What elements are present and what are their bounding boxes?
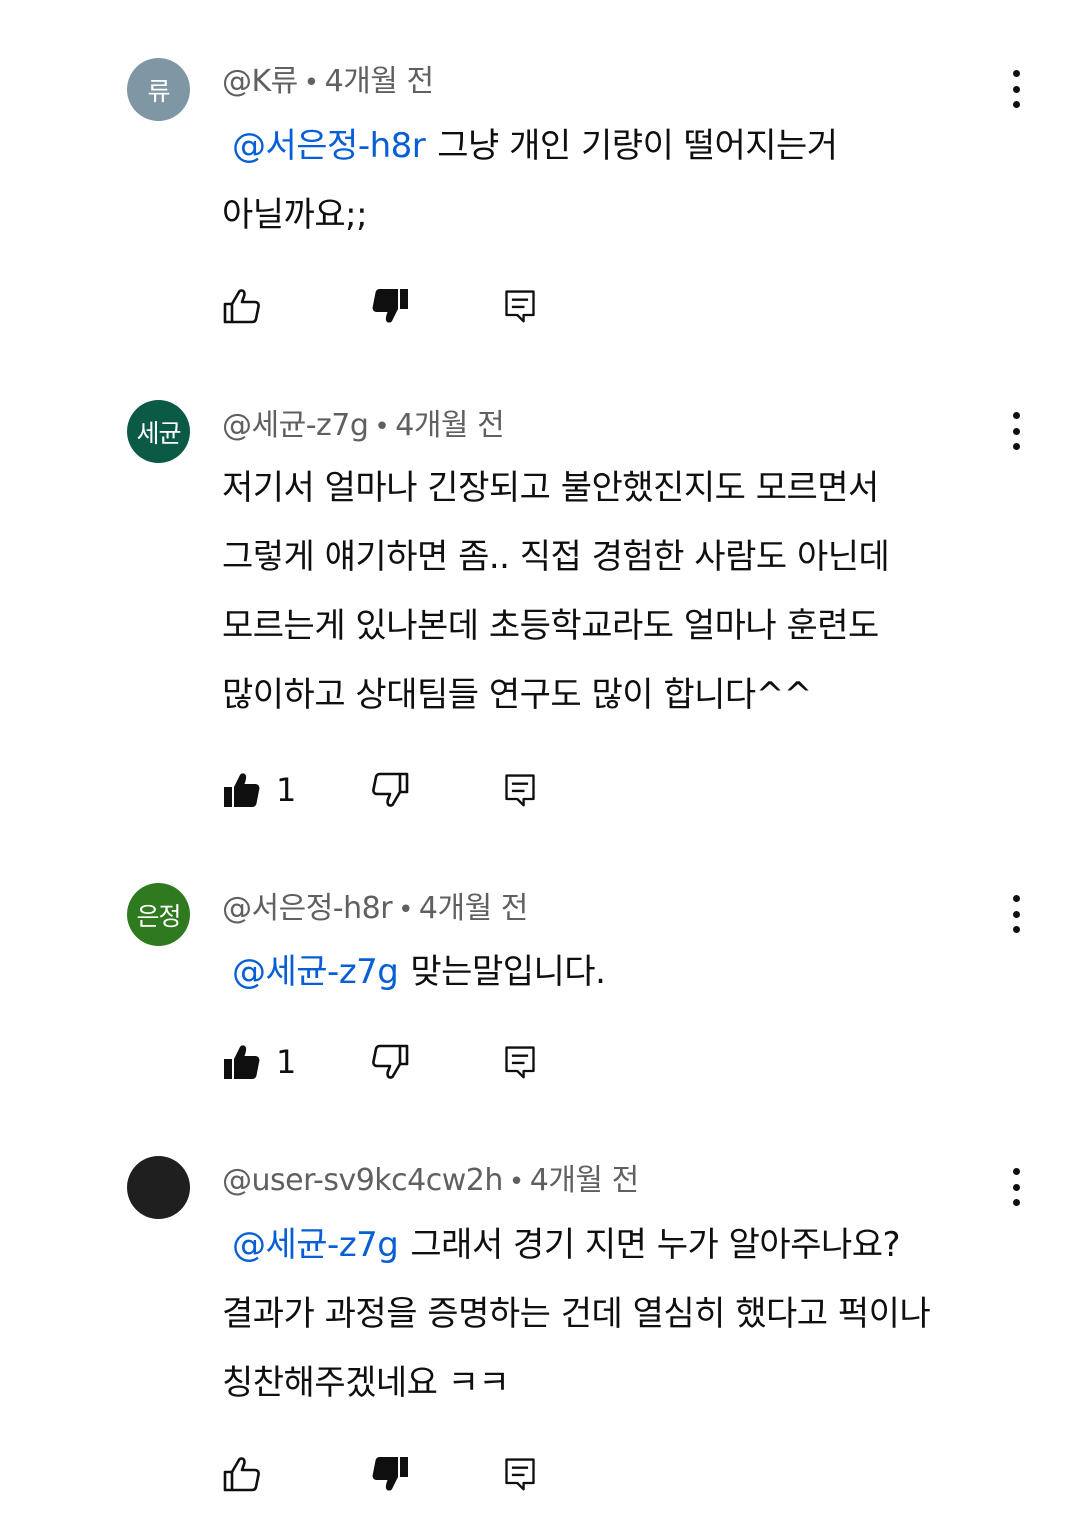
thumbs-up-icon <box>222 286 262 326</box>
thumbs-down-icon <box>370 1454 410 1494</box>
avatar[interactable]: 세균 <box>127 400 190 463</box>
thumbs-up-icon <box>222 770 262 810</box>
avatar[interactable] <box>127 1156 190 1219</box>
mention-link[interactable]: @세균-z7g <box>232 952 399 992</box>
dislike-button[interactable] <box>370 1040 410 1084</box>
avatar-initials: 세균 <box>136 418 181 448</box>
comment-author[interactable]: @K류 <box>222 64 298 99</box>
comment-text: 저기서 얼마나 긴장되고 불안했진지도 모르면서 그렇게 얘기하면 좀.. 직접… <box>222 454 1012 730</box>
more-vertical-icon[interactable] <box>1000 891 1032 937</box>
avatar-initials: 은정 <box>136 901 181 931</box>
comment-author[interactable]: @서은정-h8r <box>222 891 393 926</box>
reply-icon <box>502 286 538 326</box>
more-vertical-icon[interactable] <box>1000 408 1032 454</box>
thumbs-down-icon <box>370 286 410 326</box>
comment-text-line: 맞는말입니다. <box>410 952 606 992</box>
comment-header: @user-sv9kc4cw2h • 4개월 전 <box>222 1161 639 1201</box>
comment-text-line: 칭찬해주겠네요 ㅋㅋ <box>222 1363 510 1403</box>
like-button[interactable]: 1 <box>222 768 296 812</box>
comment-time[interactable]: 4개월 전 <box>530 1163 639 1198</box>
comment-time[interactable]: 4개월 전 <box>419 891 528 926</box>
comment-text-line: 그렇게 얘기하면 좀.. 직접 경험한 사람도 아닌데 <box>222 537 890 577</box>
reply-icon <box>502 1042 538 1082</box>
comment-actions <box>222 284 562 328</box>
comment-text-line: 결과가 과정을 증명하는 건데 열심히 했다고 퍽이나 <box>222 1294 931 1334</box>
thumbs-up-icon <box>222 1454 262 1494</box>
thumbs-down-icon <box>370 1042 410 1082</box>
comment-actions: 1 <box>222 1040 562 1084</box>
like-count: 1 <box>276 1043 297 1081</box>
reply-button[interactable] <box>502 284 538 328</box>
comment-text-line: 그래서 경기 지면 누가 알아주나요? <box>410 1225 901 1265</box>
like-button[interactable] <box>222 1452 262 1496</box>
comment-time[interactable]: 4개월 전 <box>395 408 504 443</box>
comment-text-line: 많이하고 상대팀들 연구도 많이 합니다^^ <box>222 675 812 715</box>
comment-time[interactable]: 4개월 전 <box>325 64 434 99</box>
separator-dot: • <box>303 68 319 98</box>
avatar-initials: 류 <box>147 76 170 106</box>
dislike-button[interactable] <box>370 768 410 812</box>
reply-button[interactable] <box>502 1452 538 1496</box>
avatar[interactable]: 류 <box>127 58 190 121</box>
mention-link[interactable]: @서은정-h8r <box>232 126 426 166</box>
comment-actions <box>222 1452 562 1496</box>
comment-text: @세균-z7g 맞는말입니다. <box>222 938 1012 1007</box>
more-vertical-icon[interactable] <box>1000 66 1032 112</box>
thumbs-up-icon <box>222 1042 262 1082</box>
reply-button[interactable] <box>502 768 538 812</box>
separator-dot: • <box>374 412 390 442</box>
comment-author[interactable]: @user-sv9kc4cw2h <box>222 1163 503 1198</box>
like-count: 1 <box>276 771 297 809</box>
comment-author[interactable]: @세균-z7g <box>222 408 369 443</box>
dislike-button[interactable] <box>370 284 410 328</box>
separator-dot: • <box>508 1167 524 1197</box>
comment-actions: 1 <box>222 768 562 812</box>
reply-button[interactable] <box>502 1040 538 1084</box>
comment-text: @서은정-h8r 그냥 개인 기량이 떨어지는거 아닐까요;; <box>222 112 1012 250</box>
mention-link[interactable]: @세균-z7g <box>232 1225 399 1265</box>
like-button[interactable] <box>222 284 262 328</box>
comment-header: @세균-z7g • 4개월 전 <box>222 406 505 446</box>
comment-text-line: 모르는게 있나본데 초등학교라도 얼마나 훈련도 <box>222 606 879 646</box>
like-button[interactable]: 1 <box>222 1040 296 1084</box>
comment-text-line: 아닐까요;; <box>222 195 368 235</box>
reply-icon <box>502 1454 538 1494</box>
separator-dot: • <box>398 895 413 925</box>
comment-text-line: 저기서 얼마나 긴장되고 불안했진지도 모르면서 <box>222 468 879 508</box>
comment-header: @서은정-h8r • 4개월 전 <box>222 889 528 929</box>
more-vertical-icon[interactable] <box>1000 1164 1032 1210</box>
comment-text: @세균-z7g 그래서 경기 지면 누가 알아주나요? 결과가 과정을 증명하는 … <box>222 1211 1012 1418</box>
thumbs-down-icon <box>370 770 410 810</box>
reply-icon <box>502 770 538 810</box>
dislike-button[interactable] <box>370 1452 410 1496</box>
comment-header: @K류 • 4개월 전 <box>222 62 434 102</box>
avatar[interactable]: 은정 <box>127 883 190 946</box>
comment-text-line: 그냥 개인 기량이 떨어지는거 <box>437 126 838 166</box>
